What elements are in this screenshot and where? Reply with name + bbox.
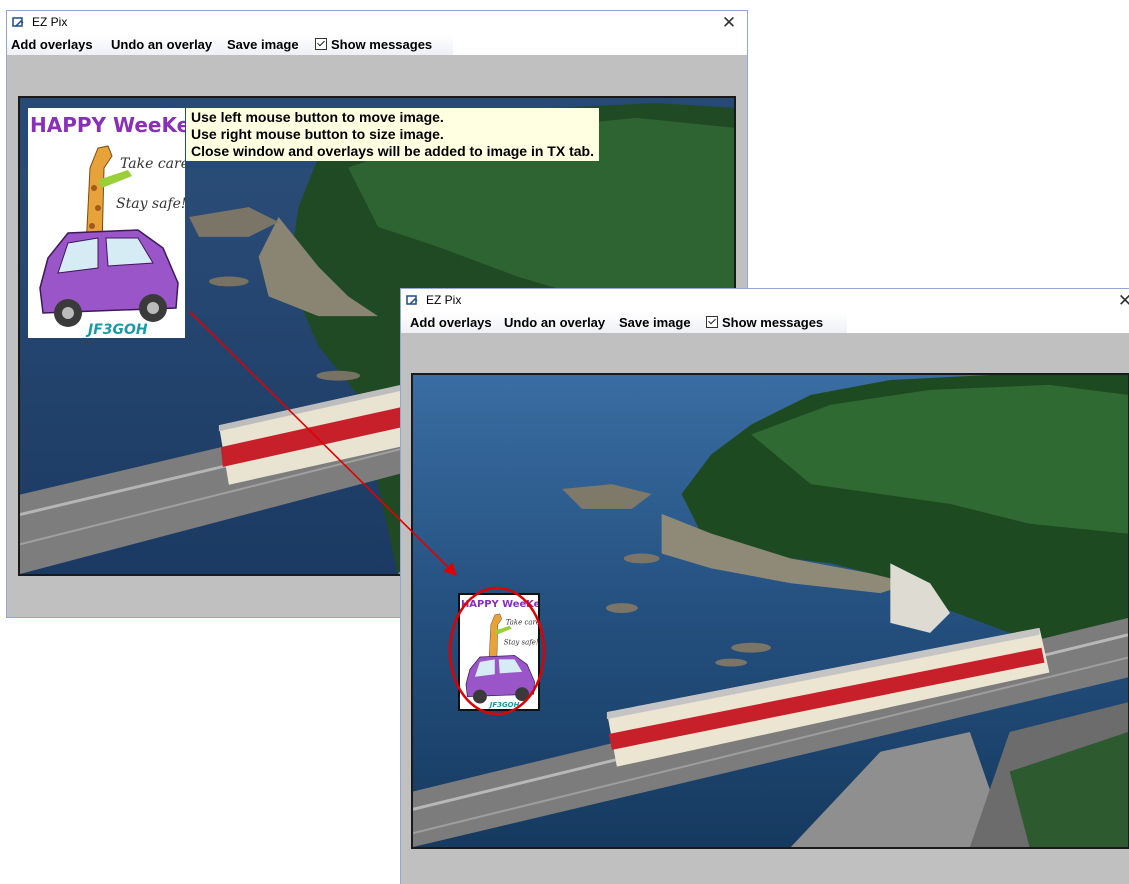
overlay-callsign: JF3GOH [488,701,520,709]
title-bar[interactable]: EZ Pix ✕ [7,11,747,35]
menu-show-messages-label: Show messages [331,37,433,52]
overlay-callsign: JF3GOH [85,322,148,338]
close-icon[interactable]: ✕ [1115,291,1129,311]
menu-save-image[interactable]: Save image [619,315,691,330]
menu-undo-overlay[interactable]: Undo an overlay [504,315,605,330]
overlay-banner: HAPPY WeeKend! [461,599,538,610]
overlay-banner: HAPPY WeeKend! [30,113,185,137]
window-title: EZ Pix [426,293,462,307]
close-icon[interactable]: ✕ [719,13,739,33]
menu-show-messages[interactable]: Show messages [706,315,823,330]
ezpix-app-icon [406,295,418,305]
title-bar[interactable]: EZ Pix ✕ [401,289,1129,313]
overlay-artwork: HAPPY WeeKend! Take care Stay safe! JF3G… [28,108,185,338]
menu-undo-overlay[interactable]: Undo an overlay [111,37,212,52]
instruction-messages: Use left mouse button to move image. Use… [186,108,599,161]
message-line: Use left mouse button to move image. [191,109,444,125]
window-title: EZ Pix [32,15,68,29]
overlay-line1: Take care [120,156,185,172]
menu-add-overlays[interactable]: Add overlays [410,315,492,330]
menu-bar: Add overlays Undo an overlay Save image … [401,313,847,333]
overlay-image-large[interactable]: HAPPY WeeKend! Take care Stay safe! JF3G… [28,108,185,338]
ezpix-window-front: EZ Pix ✕ Add overlays Undo an overlay Sa… [400,288,1129,884]
overlay-line1: Take care [506,619,538,627]
checkbox-icon[interactable] [706,316,718,328]
menu-show-messages[interactable]: Show messages [315,37,432,52]
menu-bar: Add overlays Undo an overlay Save image … [7,35,453,55]
overlay-artwork: HAPPY WeeKend! Take care Stay safe! JF3G… [460,595,538,709]
overlay-image-small[interactable]: HAPPY WeeKend! Take care Stay safe! JF3G… [458,593,540,711]
ezpix-app-icon [12,17,24,27]
message-line: Close window and overlays will be added … [191,143,594,159]
overlay-line2: Stay safe! [116,196,185,212]
checkbox-icon[interactable] [315,38,327,50]
menu-add-overlays[interactable]: Add overlays [11,37,93,52]
overlay-line2: Stay safe! [504,639,538,647]
menu-show-messages-label: Show messages [722,315,824,330]
message-line: Use right mouse button to size image. [191,126,444,142]
menu-save-image[interactable]: Save image [227,37,299,52]
